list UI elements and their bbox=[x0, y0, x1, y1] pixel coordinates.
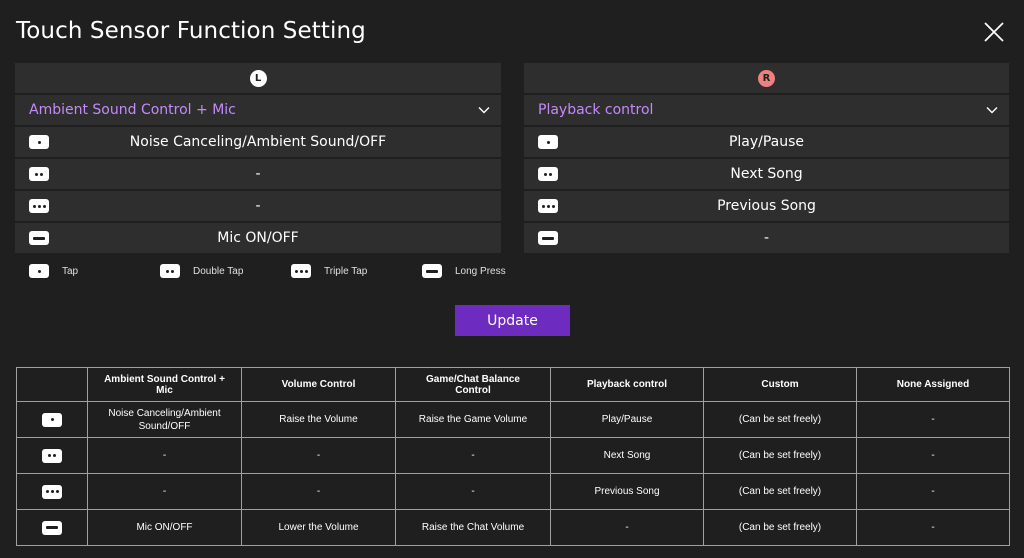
table-header-row: Ambient Sound Control + Mic Volume Contr… bbox=[16, 367, 1010, 402]
table-cell: - bbox=[395, 473, 551, 510]
table-header: Game/Chat Balance Control bbox=[395, 367, 551, 402]
left-earbud-panel: L Ambient Sound Control + Mic Noise Canc… bbox=[15, 63, 501, 255]
tap-icon bbox=[29, 264, 49, 278]
left-long-press-function: Mic ON/OFF bbox=[217, 230, 299, 246]
table-header: Custom bbox=[703, 367, 857, 402]
legend-double-tap: Double Tap bbox=[160, 264, 291, 278]
double-tap-icon bbox=[160, 264, 180, 278]
legend-triple-tap: Triple Tap bbox=[291, 264, 422, 278]
table-cell: (Can be set freely) bbox=[703, 509, 857, 546]
update-button[interactable]: Update bbox=[455, 305, 570, 336]
table-cell: Raise the Game Volume bbox=[395, 401, 551, 438]
table-cell: Next Song bbox=[550, 437, 704, 474]
long-press-icon bbox=[42, 520, 62, 535]
triple-tap-icon bbox=[291, 264, 311, 278]
table-cell: (Can be set freely) bbox=[703, 473, 857, 510]
right-side-badge: R bbox=[758, 69, 775, 87]
legend-triple-tap-label: Triple Tap bbox=[324, 265, 368, 277]
left-double-tap-function: - bbox=[255, 166, 261, 182]
table-row: - - - Previous Song (Can be set freely) … bbox=[16, 473, 1010, 510]
left-triple-tap-function: - bbox=[255, 198, 261, 214]
table-cell: - bbox=[395, 437, 551, 474]
table-cell: - bbox=[87, 473, 242, 510]
right-row-tap: Play/Pause bbox=[524, 127, 1009, 157]
table-cell: Mic ON/OFF bbox=[87, 509, 242, 546]
table-cell: Raise the Chat Volume bbox=[395, 509, 551, 546]
left-row-tap: Noise Canceling/Ambient Sound/OFF bbox=[15, 127, 501, 157]
triple-tap-icon bbox=[538, 199, 558, 213]
legend-tap-label: Tap bbox=[62, 265, 79, 277]
close-button[interactable] bbox=[982, 20, 1006, 44]
long-press-icon bbox=[29, 231, 49, 245]
table-row: Mic ON/OFF Lower the Volume Raise the Ch… bbox=[16, 509, 1010, 546]
table-cell: Lower the Volume bbox=[241, 509, 396, 546]
right-row-triple-tap: Previous Song bbox=[524, 191, 1009, 221]
gesture-legend: Tap Double Tap Triple Tap Long Press bbox=[29, 264, 506, 278]
table-gesture-cell bbox=[16, 509, 88, 546]
chevron-down-icon bbox=[478, 107, 490, 114]
legend-tap: Tap bbox=[29, 264, 160, 278]
table-cell: - bbox=[856, 473, 1010, 510]
table-cell: - bbox=[856, 437, 1010, 474]
table-gesture-cell bbox=[16, 437, 88, 474]
right-triple-tap-function: Previous Song bbox=[717, 198, 816, 214]
left-function-selected: Ambient Sound Control + Mic bbox=[29, 102, 236, 118]
left-function-dropdown[interactable]: Ambient Sound Control + Mic bbox=[15, 95, 501, 125]
right-earbud-panel: R Playback control Play/Pause Next Song … bbox=[524, 63, 1009, 255]
triple-tap-icon bbox=[29, 199, 49, 213]
table-cell: (Can be set freely) bbox=[703, 437, 857, 474]
table-cell: - bbox=[241, 437, 396, 474]
table-cell: (Can be set freely) bbox=[703, 401, 857, 438]
table-cell: - bbox=[241, 473, 396, 510]
tap-icon bbox=[538, 135, 558, 149]
long-press-icon bbox=[538, 231, 558, 245]
double-tap-icon bbox=[42, 448, 62, 463]
table-cell: Raise the Volume bbox=[241, 401, 396, 438]
table-row: - - - Next Song (Can be set freely) - bbox=[16, 437, 1010, 474]
right-function-selected: Playback control bbox=[538, 102, 654, 118]
table-cell: - bbox=[856, 401, 1010, 438]
tap-icon bbox=[42, 412, 62, 427]
chevron-down-icon bbox=[986, 107, 998, 114]
double-tap-icon bbox=[538, 167, 558, 181]
table-cell: - bbox=[87, 437, 242, 474]
right-row-double-tap: Next Song bbox=[524, 159, 1009, 189]
table-gesture-cell bbox=[16, 473, 88, 510]
right-tap-function: Play/Pause bbox=[728, 134, 805, 150]
triple-tap-icon bbox=[42, 484, 62, 499]
table-header-gesture bbox=[16, 367, 88, 402]
right-row-long-press: - bbox=[524, 223, 1009, 253]
table-header: Playback control bbox=[550, 367, 704, 402]
legend-long-press: Long Press bbox=[422, 264, 506, 278]
left-row-long-press: Mic ON/OFF bbox=[15, 223, 501, 253]
close-icon bbox=[984, 22, 1004, 42]
page-title: Touch Sensor Function Setting bbox=[16, 18, 366, 44]
table-cell: - bbox=[856, 509, 1010, 546]
legend-long-press-label: Long Press bbox=[455, 265, 506, 277]
table-header: None Assigned bbox=[856, 367, 1010, 402]
table-gesture-cell bbox=[16, 401, 88, 438]
table-cell: Play/Pause bbox=[550, 401, 704, 438]
tap-icon bbox=[29, 135, 49, 149]
right-double-tap-function: Next Song bbox=[730, 166, 803, 182]
function-summary-table: Ambient Sound Control + Mic Volume Contr… bbox=[16, 367, 1010, 546]
left-row-double-tap: - bbox=[15, 159, 501, 189]
left-panel-header: L bbox=[15, 63, 501, 93]
right-function-dropdown[interactable]: Playback control bbox=[524, 95, 1009, 125]
double-tap-icon bbox=[29, 167, 49, 181]
left-tap-function: Noise Canceling/Ambient Sound/OFF bbox=[129, 134, 387, 150]
legend-double-tap-label: Double Tap bbox=[193, 265, 244, 277]
table-cell: Previous Song bbox=[550, 473, 704, 510]
right-panel-header: R bbox=[524, 63, 1009, 93]
table-cell: - bbox=[550, 509, 704, 546]
long-press-icon bbox=[422, 264, 442, 278]
table-header: Volume Control bbox=[241, 367, 396, 402]
table-cell: Noise Canceling/Ambient Sound/OFF bbox=[87, 401, 242, 438]
table-row: Noise Canceling/Ambient Sound/OFF Raise … bbox=[16, 401, 1010, 438]
left-side-badge: L bbox=[249, 69, 267, 87]
table-header: Ambient Sound Control + Mic bbox=[87, 367, 242, 402]
right-long-press-function: - bbox=[763, 230, 770, 246]
left-row-triple-tap: - bbox=[15, 191, 501, 221]
